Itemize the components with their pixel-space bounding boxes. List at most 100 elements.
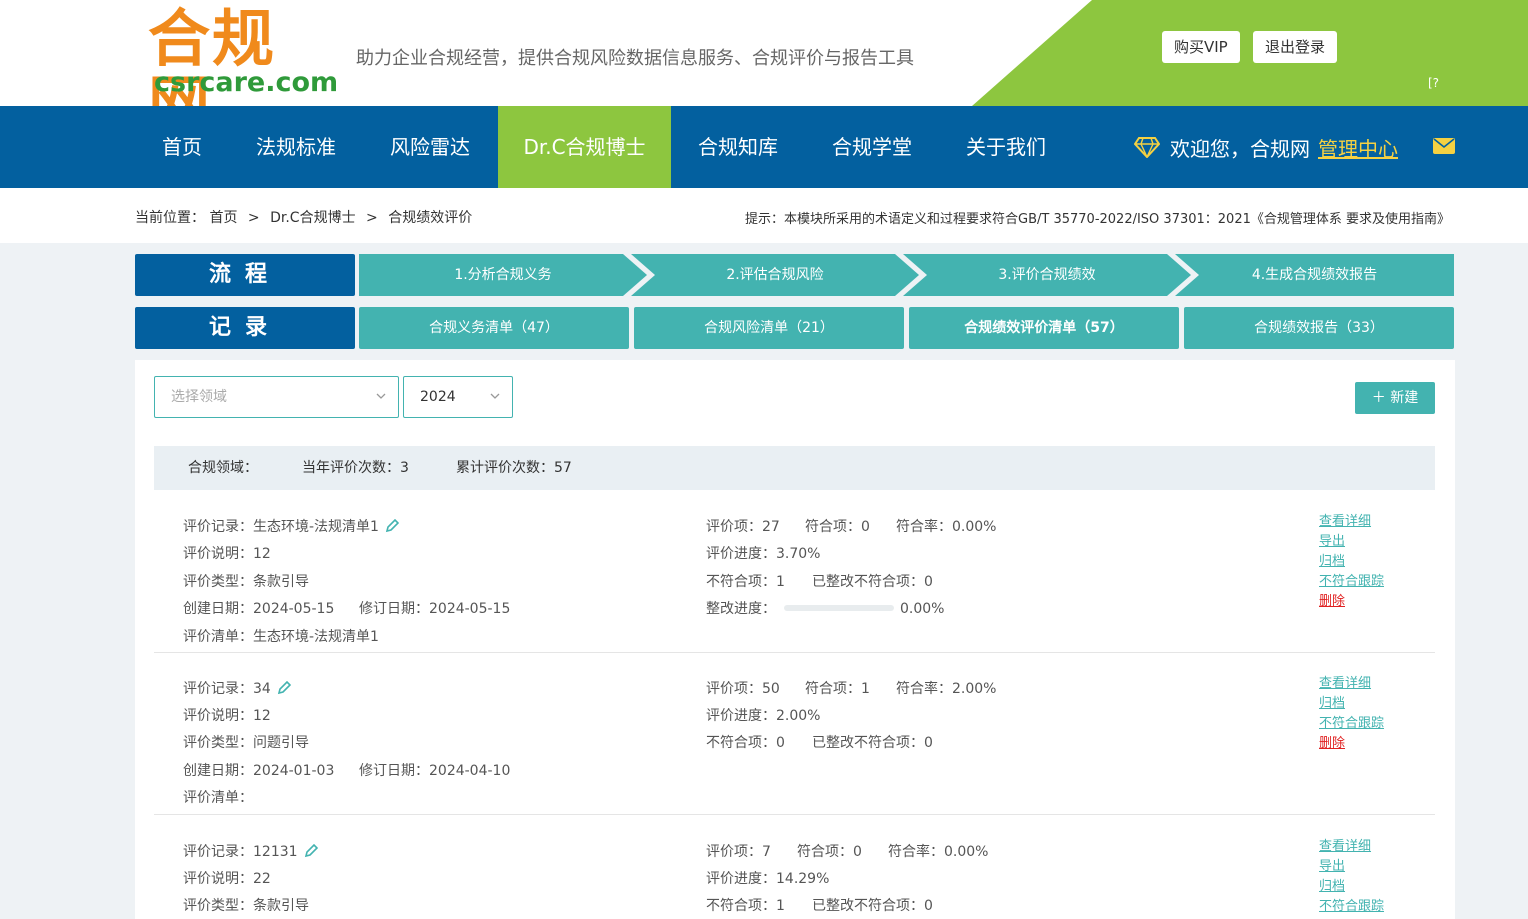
record-actions: 查看详细 归档 不符合跟踪 删除	[1319, 674, 1384, 754]
record-rate: 符合率：2.00%	[896, 681, 997, 697]
nav-item-risk-radar[interactable]: 风险雷达	[372, 106, 488, 188]
tab-risks[interactable]: 合规风险清单（21）	[634, 307, 904, 349]
record-progress: 评价进度：3.70%	[706, 546, 821, 562]
record-title-text: 评价记录：12131	[183, 844, 298, 860]
domain-select[interactable]: 选择领域	[154, 376, 399, 418]
record-item: 评价记录：生态环境-法规清单1 评价说明：12 评价类型：条款引导 创建日期：2…	[154, 508, 1435, 653]
edit-icon[interactable]	[277, 681, 291, 695]
summary-total-count: 累计评价次数：57	[456, 460, 572, 476]
edit-icon[interactable]	[385, 519, 399, 533]
username: 合规网	[1250, 136, 1310, 161]
record-items: 评价项：7	[706, 844, 771, 860]
flow-label: 流程	[135, 254, 355, 296]
flow-step-4[interactable]: 4.生成合规绩效报告	[1175, 254, 1454, 296]
record-nonconform: 不符合项：1	[706, 898, 785, 914]
record-items: 评价项：50	[706, 681, 780, 697]
delete-link[interactable]: 删除	[1319, 592, 1384, 612]
year-select[interactable]: 2024	[403, 376, 513, 418]
breadcrumb-bar: 当前位置： 首页 > Dr.C合规博士 > 合规绩效评价 提示：本模块所采用的术…	[0, 188, 1528, 243]
record-progress: 评价进度：14.29%	[706, 871, 830, 887]
record-revised: 修订日期：2024-05-15	[359, 601, 511, 617]
tab-reports[interactable]: 合规绩效报告（33）	[1184, 307, 1454, 349]
record-list: 评价清单：生态环境-法规清单1	[183, 629, 379, 645]
breadcrumb-prefix: 当前位置：	[135, 210, 205, 226]
header-green-decoration	[972, 0, 1528, 106]
breadcrumb-sep: >	[247, 210, 260, 226]
record-created: 创建日期：2024-01-03	[183, 763, 335, 779]
nav-item-academy[interactable]: 合规学堂	[814, 106, 930, 188]
view-detail-link[interactable]: 查看详细	[1319, 674, 1384, 694]
delete-link[interactable]: 删除	[1319, 734, 1384, 754]
record-conform: 符合项：0	[797, 844, 862, 860]
chevron-down-icon	[490, 393, 500, 399]
archive-link[interactable]: 归档	[1319, 552, 1384, 572]
record-conform: 符合项：1	[805, 681, 870, 697]
record-items: 评价项：27	[706, 519, 780, 535]
record-rate: 符合率：0.00%	[896, 519, 997, 535]
nonconform-track-link[interactable]: 不符合跟踪	[1319, 714, 1384, 734]
record-title-text: 评价记录：34	[183, 681, 271, 697]
export-link[interactable]: 导出	[1319, 857, 1384, 877]
breadcrumb: 当前位置： 首页 > Dr.C合规博士 > 合规绩效评价	[135, 207, 472, 227]
year-select-value: 2024	[420, 389, 456, 405]
logout-button[interactable]: 退出登录	[1253, 31, 1338, 63]
fix-progress-bar	[784, 605, 894, 611]
record-title: 评价记录：生态环境-法规清单1	[183, 516, 399, 536]
main-panel: 选择领域 2024 ＋ 新建 合规领域： 当年评价次数：3 累计评价次数：57 …	[135, 360, 1455, 919]
tab-obligations[interactable]: 合规义务清单（47）	[359, 307, 629, 349]
record-created: 创建日期：2024-05-15	[183, 601, 335, 617]
view-detail-link[interactable]: 查看详细	[1319, 512, 1384, 532]
flow-step-2[interactable]: 2.评估合规风险	[631, 254, 919, 296]
edit-icon[interactable]	[304, 844, 318, 858]
user-area: 欢迎您， 合规网 管理中心	[1134, 106, 1398, 188]
export-link[interactable]: 导出	[1319, 532, 1384, 552]
nav-item-home[interactable]: 首页	[143, 106, 221, 188]
site-logo[interactable]: 合规网 csrcare.com	[148, 6, 338, 107]
nav-item-regulations[interactable]: 法规标准	[238, 106, 354, 188]
nonconform-track-link[interactable]: 不符合跟踪	[1319, 897, 1384, 917]
flow-step-1[interactable]: 1.分析合规义务	[359, 254, 647, 296]
record-revised: 修订日期：2024-04-10	[359, 763, 511, 779]
new-button[interactable]: ＋ 新建	[1355, 382, 1435, 414]
breadcrumb-current: 合规绩效评价	[388, 210, 473, 226]
record-type: 评价类型：问题引导	[183, 735, 309, 751]
buy-vip-button[interactable]: 购买VIP	[1162, 31, 1240, 63]
header-small-mark: [?	[1428, 76, 1440, 90]
nav-item-about[interactable]: 关于我们	[948, 106, 1064, 188]
nav-item-drc[interactable]: Dr.C合规博士	[498, 106, 671, 188]
breadcrumb-drc[interactable]: Dr.C合规博士	[270, 210, 355, 226]
record-rate: 符合率：0.00%	[888, 844, 989, 860]
record-desc: 评价说明：22	[183, 871, 271, 887]
record-nonconform: 不符合项：0	[706, 735, 785, 751]
standard-hint: 提示：本模块所采用的术语定义和过程要求符合GB/T 35770-2022/ISO…	[745, 212, 1450, 227]
record-type: 评价类型：条款引导	[183, 898, 309, 914]
record-fix-progress: 整改进度： 0.00%	[706, 598, 944, 618]
nav-item-knowledge[interactable]: 合规知库	[680, 106, 796, 188]
fix-progress-value: 0.00%	[900, 601, 945, 617]
view-detail-link[interactable]: 查看详细	[1319, 837, 1384, 857]
mail-icon[interactable]	[1433, 138, 1455, 154]
summary-domain: 合规领域：	[188, 460, 258, 476]
record-item: 评价记录：34 评价说明：12 评价类型：问题引导 创建日期：2024-01-0…	[154, 653, 1435, 815]
archive-link[interactable]: 归档	[1319, 694, 1384, 714]
flow-steps: 1.分析合规义务 2.评估合规风险 3.评价合规绩效 4.生成合规绩效报告	[359, 254, 1454, 296]
record-title-text: 评价记录：生态环境-法规清单1	[183, 519, 379, 535]
breadcrumb-sep: >	[366, 210, 378, 226]
record-fixed: 已整改不符合项：0	[812, 735, 933, 751]
management-center-link[interactable]: 管理中心	[1318, 133, 1398, 162]
record-actions: 查看详细 导出 归档 不符合跟踪 删除	[1319, 512, 1384, 612]
archive-link[interactable]: 归档	[1319, 877, 1384, 897]
record-conform: 符合项：0	[805, 519, 870, 535]
tab-performance[interactable]: 合规绩效评价清单（57）	[909, 307, 1179, 349]
domain-select-placeholder: 选择领域	[171, 389, 227, 405]
record-type: 评价类型：条款引导	[183, 574, 309, 590]
nonconform-track-link[interactable]: 不符合跟踪	[1319, 572, 1384, 592]
breadcrumb-home[interactable]: 首页	[209, 210, 237, 226]
record-title: 评价记录：34	[183, 678, 291, 698]
record-item: 评价记录：12131 评价说明：22 评价类型：条款引导 评价项：7 符合项：0…	[154, 815, 1435, 919]
fix-progress-label: 整改进度：	[706, 601, 776, 617]
site-slogan: 助力企业合规经营，提供合规风险数据信息服务、合规评价与报告工具	[356, 48, 914, 69]
summary-year-count: 当年评价次数：3	[302, 460, 409, 476]
flow-step-3[interactable]: 3.评价合规绩效	[903, 254, 1191, 296]
main-nav: 首页 法规标准 风险雷达 Dr.C合规博士 合规知库 合规学堂 关于我们 欢迎您…	[0, 106, 1528, 188]
